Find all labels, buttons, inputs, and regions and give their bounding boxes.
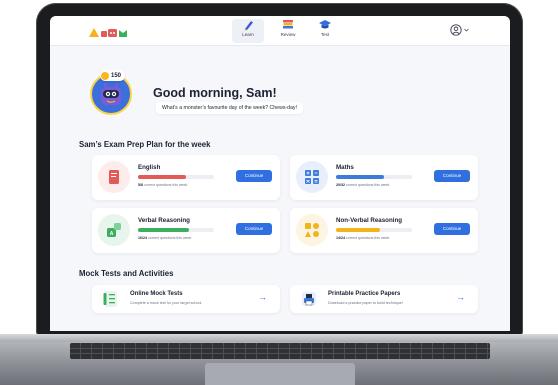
shapes-icon bbox=[305, 223, 319, 237]
user-circle-icon bbox=[450, 24, 462, 36]
coin-balance-badge: 150 bbox=[100, 70, 126, 81]
tab-review[interactable]: Review bbox=[272, 19, 304, 43]
subject-card-english[interactable]: English 5/8 correct questions this week … bbox=[92, 155, 280, 200]
tab-test-label: Test bbox=[320, 32, 330, 37]
progress-text: 5/8 correct questions this week bbox=[138, 183, 188, 187]
checklist-icon bbox=[103, 291, 117, 307]
subject-icon-bg bbox=[296, 214, 328, 246]
mock-item-title: Printable Practice Papers bbox=[328, 291, 401, 297]
subject-name: Maths bbox=[336, 164, 354, 171]
laptop-keyboard bbox=[70, 343, 490, 359]
progress-fill bbox=[336, 175, 384, 179]
progress-bar bbox=[336, 228, 412, 232]
arrow-right-icon[interactable]: → bbox=[258, 292, 267, 302]
progress-fill bbox=[336, 228, 381, 232]
tab-learn-label: Learn bbox=[242, 32, 254, 37]
progress-text: 14/24 correct questions this week bbox=[336, 236, 390, 240]
coin-icon bbox=[101, 71, 109, 80]
arrow-right-icon[interactable]: → bbox=[456, 292, 465, 302]
mock-section-title: Mock Tests and Activities bbox=[79, 269, 174, 278]
top-nav: Learn Review Test bbox=[50, 16, 510, 46]
subject-card-non-verbal-reasoning[interactable]: Non-Verbal Reasoning 14/24 correct quest… bbox=[290, 208, 478, 253]
graduation-cap-icon bbox=[319, 20, 331, 29]
continue-button[interactable]: Continue bbox=[236, 223, 272, 235]
subject-name: Verbal Reasoning bbox=[138, 217, 190, 224]
mock-item-title: Online Mock Tests bbox=[130, 291, 183, 297]
app-screen: Learn Review Test 150 Good morning, Sam!… bbox=[50, 16, 510, 331]
chevron-down-icon bbox=[464, 28, 469, 32]
online-mock-tests-card[interactable]: Online Mock Tests Complete a mock test f… bbox=[92, 285, 280, 313]
subject-name: English bbox=[138, 164, 161, 171]
mock-item-subtitle: Complete a mock test for your target sch… bbox=[130, 301, 202, 305]
laptop-hinge bbox=[0, 334, 558, 342]
plan-section-title: Sam’s Exam Prep Plan for the week bbox=[79, 140, 211, 149]
coin-count: 150 bbox=[111, 72, 122, 79]
continue-button[interactable]: Continue bbox=[434, 170, 470, 182]
books-icon bbox=[283, 20, 293, 29]
letter-blocks-icon: A bbox=[107, 223, 121, 237]
tab-learn[interactable]: Learn bbox=[232, 19, 264, 43]
progress-bar bbox=[138, 175, 214, 179]
mock-item-subtitle: Download a practice paper to build techn… bbox=[328, 301, 403, 305]
pencil-icon bbox=[244, 21, 253, 31]
printable-practice-papers-card[interactable]: Printable Practice Papers Download a pra… bbox=[290, 285, 478, 313]
subject-card-verbal-reasoning[interactable]: A Verbal Reasoning 16/24 correct questio… bbox=[92, 208, 280, 253]
subject-name: Non-Verbal Reasoning bbox=[336, 217, 403, 224]
calculator-icon bbox=[305, 170, 319, 184]
progress-text: 20/32 correct questions this week bbox=[336, 183, 390, 187]
continue-button[interactable]: Continue bbox=[434, 223, 470, 235]
tab-test[interactable]: Test bbox=[309, 19, 341, 43]
progress-bar bbox=[138, 228, 214, 232]
laptop-scene: Learn Review Test 150 Good morning, Sam!… bbox=[0, 0, 558, 385]
printer-icon bbox=[302, 292, 316, 306]
progress-fill bbox=[138, 175, 186, 179]
subject-card-maths[interactable]: Maths 20/32 correct questions this week … bbox=[290, 155, 478, 200]
progress-fill bbox=[138, 228, 189, 232]
profile-menu[interactable] bbox=[450, 24, 469, 36]
subject-icon-bg: A bbox=[98, 214, 130, 246]
svg-text:A: A bbox=[110, 231, 114, 237]
progress-bar bbox=[336, 175, 412, 179]
continue-button[interactable]: Continue bbox=[236, 170, 272, 182]
subject-icon-bg bbox=[296, 161, 328, 193]
brand-logo[interactable] bbox=[89, 28, 133, 37]
subject-icon-bg bbox=[98, 161, 130, 193]
greeting-title: Good morning, Sam! bbox=[153, 86, 277, 100]
book-icon bbox=[109, 170, 119, 184]
progress-text: 16/24 correct questions this week bbox=[138, 236, 192, 240]
tab-review-label: Review bbox=[280, 32, 296, 37]
laptop-trackpad bbox=[205, 363, 355, 385]
daily-joke: What’s a monster’s favourite day of the … bbox=[156, 102, 303, 114]
